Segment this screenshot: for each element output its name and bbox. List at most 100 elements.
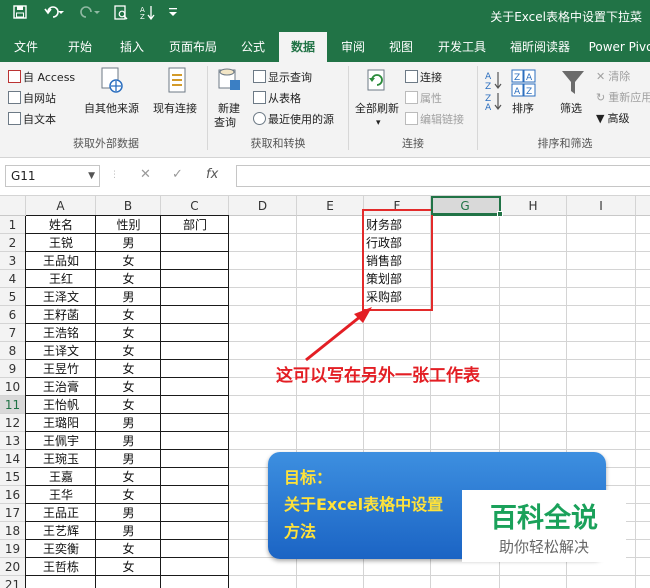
- row-header[interactable]: 3: [0, 252, 26, 270]
- cell-gender[interactable]: 女: [96, 396, 161, 414]
- connections-button[interactable]: 连接: [405, 70, 442, 85]
- tab-view[interactable]: 视图: [380, 32, 422, 62]
- tab-data[interactable]: 数据: [279, 32, 327, 62]
- tab-power-pivot[interactable]: Power Pivo: [586, 32, 650, 62]
- undo-icon[interactable]: [42, 5, 68, 25]
- cell-gender[interactable]: 女: [96, 360, 161, 378]
- chevron-down-icon[interactable]: ▾: [376, 116, 381, 130]
- tab-formulas[interactable]: 公式: [232, 32, 274, 62]
- advanced-filter-button[interactable]: ▼ 高级: [596, 112, 629, 126]
- cell-gender[interactable]: 女: [96, 306, 161, 324]
- tab-page-layout[interactable]: 页面布局: [162, 32, 224, 62]
- row-header[interactable]: 13: [0, 432, 26, 450]
- tab-foxit-reader[interactable]: 福昕阅读器: [502, 32, 578, 62]
- refresh-all-button[interactable]: 全部刷新: [355, 102, 399, 116]
- customize-quick-access-icon[interactable]: [166, 5, 180, 25]
- dept-list-item[interactable]: 财务部: [366, 216, 402, 234]
- row-header[interactable]: 4: [0, 270, 26, 288]
- row-header[interactable]: 17: [0, 504, 26, 522]
- formula-input[interactable]: [236, 165, 650, 187]
- cell-gender[interactable]: 男: [96, 504, 161, 522]
- row-header[interactable]: 1: [0, 216, 26, 234]
- tab-file[interactable]: 文件: [6, 32, 46, 62]
- new-query-button-line2[interactable]: 查询: [214, 116, 236, 130]
- row-header[interactable]: 5: [0, 288, 26, 306]
- name-box[interactable]: G11 ▼: [5, 165, 100, 187]
- cell-name[interactable]: 王佩宇: [26, 432, 96, 450]
- cell-gender[interactable]: 女: [96, 378, 161, 396]
- reapply-button[interactable]: ↻ 重新应用: [596, 91, 650, 105]
- tab-insert[interactable]: 插入: [110, 32, 154, 62]
- cell-name[interactable]: 王璐阳: [26, 414, 96, 432]
- cell-name[interactable]: 王嘉: [26, 468, 96, 486]
- cell-name[interactable]: 王哲栋: [26, 558, 96, 576]
- column-header[interactable]: C: [161, 196, 229, 216]
- dept-list-item[interactable]: 行政部: [366, 234, 402, 252]
- sort-button[interactable]: 排序: [512, 102, 534, 116]
- chevron-down-icon[interactable]: ▼: [88, 166, 95, 186]
- clear-filter-button[interactable]: ✕ 清除: [596, 70, 630, 84]
- cell-gender[interactable]: 女: [96, 558, 161, 576]
- column-header[interactable]: I: [567, 196, 636, 216]
- column-header[interactable]: D: [229, 196, 297, 216]
- edit-links-button[interactable]: 编辑链接: [405, 112, 464, 127]
- cell-name[interactable]: 王品正: [26, 504, 96, 522]
- row-header[interactable]: 12: [0, 414, 26, 432]
- show-queries-button[interactable]: 显示查询: [253, 70, 312, 85]
- column-header[interactable]: H: [500, 196, 567, 216]
- row-header[interactable]: 2: [0, 234, 26, 252]
- check-icon[interactable]: ✓: [172, 167, 183, 182]
- row-header[interactable]: 8: [0, 342, 26, 360]
- cell-name[interactable]: 王治膏: [26, 378, 96, 396]
- cell-name[interactable]: 王怡帆: [26, 396, 96, 414]
- cell-name[interactable]: 王奕衡: [26, 540, 96, 558]
- from-text-button[interactable]: 自文本: [8, 112, 56, 127]
- cell-gender[interactable]: 女: [96, 270, 161, 288]
- cell-name[interactable]: 王艺辉: [26, 522, 96, 540]
- cancel-icon[interactable]: ✕: [140, 167, 151, 182]
- dept-list-item[interactable]: 销售部: [366, 252, 402, 270]
- from-web-button[interactable]: 自网站: [8, 91, 56, 106]
- tab-developer[interactable]: 开发工具: [430, 32, 494, 62]
- row-header[interactable]: 14: [0, 450, 26, 468]
- cell-name[interactable]: 王昱竹: [26, 360, 96, 378]
- properties-button[interactable]: 属性: [405, 91, 442, 106]
- column-header[interactable]: A: [26, 196, 96, 216]
- redo-icon[interactable]: [78, 5, 104, 25]
- cell-name[interactable]: 王锐: [26, 234, 96, 252]
- row-header[interactable]: 18: [0, 522, 26, 540]
- print-preview-icon[interactable]: [112, 5, 130, 25]
- cell-gender[interactable]: 女: [96, 468, 161, 486]
- new-query-button[interactable]: 新建: [218, 102, 240, 116]
- cell-gender[interactable]: 男: [96, 522, 161, 540]
- cell-gender[interactable]: 男: [96, 432, 161, 450]
- sort-az-icon[interactable]: AZ ZA: [485, 70, 503, 110]
- tab-home[interactable]: 开始: [58, 32, 102, 62]
- row-header[interactable]: 9: [0, 360, 26, 378]
- row-header[interactable]: 11: [0, 396, 26, 414]
- row-header[interactable]: 7: [0, 324, 26, 342]
- cell-gender[interactable]: 女: [96, 324, 161, 342]
- row-header[interactable]: 16: [0, 486, 26, 504]
- cell-gender[interactable]: 男: [96, 450, 161, 468]
- column-header[interactable]: [636, 196, 650, 216]
- cell-gender[interactable]: 女: [96, 342, 161, 360]
- cell-name[interactable]: 王籽菡: [26, 306, 96, 324]
- row-header[interactable]: 15: [0, 468, 26, 486]
- cell-name[interactable]: 王品如: [26, 252, 96, 270]
- other-sources-button[interactable]: 自其他来源: [84, 102, 139, 116]
- cell-gender[interactable]: 男: [96, 288, 161, 306]
- recent-sources-button[interactable]: 最近使用的源: [253, 112, 334, 127]
- cell-gender[interactable]: 男: [96, 234, 161, 252]
- cell-name[interactable]: 王译文: [26, 342, 96, 360]
- select-all-corner[interactable]: [0, 196, 26, 216]
- row-header[interactable]: 6: [0, 306, 26, 324]
- save-icon[interactable]: [10, 5, 30, 25]
- fill-handle[interactable]: [497, 211, 503, 217]
- row-header[interactable]: 20: [0, 558, 26, 576]
- cell-name[interactable]: 王琬玉: [26, 450, 96, 468]
- filter-button[interactable]: 筛选: [560, 102, 582, 116]
- cell-gender[interactable]: 女: [96, 252, 161, 270]
- column-header[interactable]: E: [297, 196, 364, 216]
- tab-review[interactable]: 审阅: [332, 32, 374, 62]
